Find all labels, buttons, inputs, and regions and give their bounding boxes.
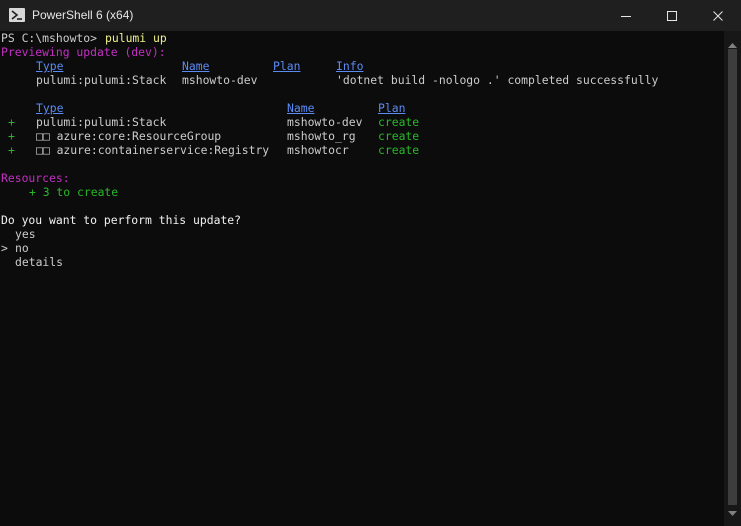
cell-type: pulumi:pulumi:Stack <box>36 73 167 87</box>
terminal-output[interactable]: PS C:\mshowto> pulumi up Previewing upda… <box>0 31 724 526</box>
command-text: pulumi up <box>105 31 167 45</box>
table-row: + pulumi:pulumi:Stack mshowto-dev create <box>1 115 419 129</box>
resources-summary: + 3 to create <box>29 185 119 199</box>
update-question: Do you want to perform this update? <box>1 213 242 227</box>
resource-plan: create <box>378 115 420 129</box>
option-yes[interactable]: yes <box>1 227 42 241</box>
cell-info: 'dotnet build -nologo .' completed succe… <box>336 73 659 87</box>
resource-name: mshowto-dev <box>287 115 363 129</box>
scrollbar-thumb[interactable] <box>728 49 737 505</box>
resource-type: □□ azure:core:ResourceGroup <box>36 129 222 143</box>
resource-plan: create <box>378 129 420 143</box>
close-icon <box>713 11 723 21</box>
close-button[interactable] <box>695 0 741 31</box>
resources-summary-line: + 3 to create <box>1 185 118 199</box>
prompt: PS C:\mshowto> <box>1 31 104 45</box>
preview-table-header: Type Name Plan Info <box>1 59 363 73</box>
minimize-button[interactable] <box>603 0 649 31</box>
header-name: Name <box>182 59 210 73</box>
powershell-window: PowerShell 6 (x64) PS C:\mshowto> pulumi… <box>0 0 741 526</box>
vertical-scrollbar[interactable] <box>724 31 741 526</box>
header-name: Name <box>287 101 315 115</box>
header-plan: Plan <box>378 101 406 115</box>
title-bar[interactable]: PowerShell 6 (x64) <box>0 0 741 31</box>
prompt-line: PS C:\mshowto> pulumi up <box>1 31 167 45</box>
resource-name: mshowtocr <box>287 143 349 157</box>
option-details[interactable]: details <box>1 255 63 269</box>
maximize-icon <box>667 11 677 21</box>
cell-name: mshowto-dev <box>182 73 258 87</box>
selection-cursor: > <box>1 241 8 255</box>
option-no[interactable]: > no <box>1 241 42 255</box>
table-row: + □□ azure:containerservice:Registry msh… <box>1 143 419 157</box>
create-marker: + <box>8 143 15 157</box>
resource-plan: create <box>378 143 420 157</box>
header-type: Type <box>36 59 64 73</box>
scroll-up-icon[interactable] <box>728 43 737 48</box>
preview-line: Previewing update (dev): <box>1 45 166 59</box>
option-label: details <box>15 255 64 269</box>
create-marker: + <box>8 129 15 143</box>
table-row: + □□ azure:core:ResourceGroup mshowto_rg… <box>1 129 419 143</box>
resource-table-header: Type Name Plan <box>1 101 405 115</box>
option-label: no <box>15 241 29 255</box>
create-marker: + <box>8 115 15 129</box>
resource-name: mshowto_rg <box>287 129 356 143</box>
minimize-icon <box>621 16 631 17</box>
window-title: PowerShell 6 (x64) <box>32 8 134 22</box>
resources-label: Resources: <box>1 171 70 185</box>
resource-type: □□ azure:containerservice:Registry <box>36 143 270 157</box>
resource-type: pulumi:pulumi:Stack <box>36 115 167 129</box>
scroll-down-icon[interactable] <box>728 511 737 516</box>
maximize-button[interactable] <box>649 0 695 31</box>
header-plan: Plan <box>273 59 301 73</box>
option-label: yes <box>15 227 36 241</box>
powershell-icon <box>9 8 25 22</box>
header-info: Info <box>336 59 364 73</box>
header-type: Type <box>36 101 64 115</box>
preview-table-row: pulumi:pulumi:Stack mshowto-dev 'dotnet … <box>1 73 658 87</box>
